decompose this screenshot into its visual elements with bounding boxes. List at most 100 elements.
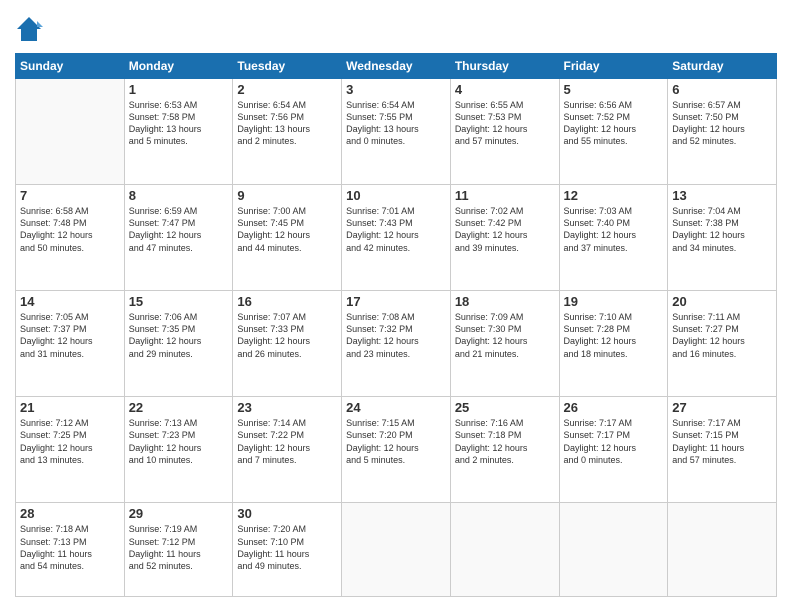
calendar-cell: 22Sunrise: 7:13 AM Sunset: 7:23 PM Dayli… bbox=[124, 397, 233, 503]
calendar-cell: 9Sunrise: 7:00 AM Sunset: 7:45 PM Daylig… bbox=[233, 185, 342, 291]
day-number: 30 bbox=[237, 506, 337, 521]
day-number: 20 bbox=[672, 294, 772, 309]
day-info: Sunrise: 7:05 AM Sunset: 7:37 PM Dayligh… bbox=[20, 311, 120, 360]
calendar-table: SundayMondayTuesdayWednesdayThursdayFrid… bbox=[15, 53, 777, 597]
calendar-cell: 1Sunrise: 6:53 AM Sunset: 7:58 PM Daylig… bbox=[124, 79, 233, 185]
calendar-cell bbox=[342, 503, 451, 597]
calendar-cell: 10 Sunrise: 7:01 AM Sunset: 7:43 PM Dayli… bbox=[342, 185, 451, 291]
day-header-monday: Monday bbox=[124, 54, 233, 79]
day-number: 24 bbox=[346, 400, 446, 415]
logo bbox=[15, 15, 47, 43]
day-number: 19 bbox=[564, 294, 664, 309]
calendar-cell: 13 Sunrise: 7:04 AM Sunset: 7:38 PM Dayli… bbox=[668, 185, 777, 291]
logo-icon bbox=[15, 15, 43, 43]
calendar-cell: 19Sunrise: 7:10 AM Sunset: 7:28 PM Dayli… bbox=[559, 291, 668, 397]
calendar-cell: 7 Sunrise: 6:58 AM Sunset: 7:48 PM Daylig… bbox=[16, 185, 125, 291]
day-info: Sunrise: 6:56 AM Sunset: 7:52 PM Dayligh… bbox=[564, 99, 664, 148]
day-info: Sunrise: 7:16 AM Sunset: 7:18 PM Dayligh… bbox=[455, 417, 555, 466]
day-header-friday: Friday bbox=[559, 54, 668, 79]
calendar-cell: 18Sunrise: 7:09 AM Sunset: 7:30 PM Dayli… bbox=[450, 291, 559, 397]
day-number: 14 bbox=[20, 294, 120, 309]
day-info: Sunrise: 6:53 AM Sunset: 7:58 PM Dayligh… bbox=[129, 99, 229, 148]
calendar-cell: 30 Sunrise: 7:20 AM Sunset: 7:10 PM Dayli… bbox=[233, 503, 342, 597]
day-number: 6 bbox=[672, 82, 772, 97]
day-number: 23 bbox=[237, 400, 337, 415]
day-number: 29 bbox=[129, 506, 229, 521]
calendar-cell: 4 Sunrise: 6:55 AM Sunset: 7:53 PM Daylig… bbox=[450, 79, 559, 185]
calendar-cell: 8 Sunrise: 6:59 AM Sunset: 7:47 PM Daylig… bbox=[124, 185, 233, 291]
day-info: Sunrise: 7:03 AM Sunset: 7:40 PM Dayligh… bbox=[564, 205, 664, 254]
day-number: 9 bbox=[237, 188, 337, 203]
week-row-2: 14 Sunrise: 7:05 AM Sunset: 7:37 PM Dayli… bbox=[16, 291, 777, 397]
day-info: Sunrise: 7:17 AM Sunset: 7:17 PM Dayligh… bbox=[564, 417, 664, 466]
day-number: 11 bbox=[455, 188, 555, 203]
day-number: 21 bbox=[20, 400, 120, 415]
week-row-1: 7 Sunrise: 6:58 AM Sunset: 7:48 PM Daylig… bbox=[16, 185, 777, 291]
day-number: 26 bbox=[564, 400, 664, 415]
calendar-cell: 15 Sunrise: 7:06 AM Sunset: 7:35 PM Dayli… bbox=[124, 291, 233, 397]
calendar-cell: 25 Sunrise: 7:16 AM Sunset: 7:18 PM Dayli… bbox=[450, 397, 559, 503]
day-number: 27 bbox=[672, 400, 772, 415]
day-info: Sunrise: 7:18 AM Sunset: 7:13 PM Dayligh… bbox=[20, 523, 120, 572]
day-info: Sunrise: 6:54 AM Sunset: 7:55 PM Dayligh… bbox=[346, 99, 446, 148]
day-number: 13 bbox=[672, 188, 772, 203]
day-info: Sunrise: 7:08 AM Sunset: 7:32 PM Dayligh… bbox=[346, 311, 446, 360]
week-row-0: 1Sunrise: 6:53 AM Sunset: 7:58 PM Daylig… bbox=[16, 79, 777, 185]
page: SundayMondayTuesdayWednesdayThursdayFrid… bbox=[0, 0, 792, 612]
day-number: 12 bbox=[564, 188, 664, 203]
day-info: Sunrise: 7:19 AM Sunset: 7:12 PM Dayligh… bbox=[129, 523, 229, 572]
calendar-cell: 6 Sunrise: 6:57 AM Sunset: 7:50 PM Daylig… bbox=[668, 79, 777, 185]
day-info: Sunrise: 7:20 AM Sunset: 7:10 PM Dayligh… bbox=[237, 523, 337, 572]
calendar-cell: 20Sunrise: 7:11 AM Sunset: 7:27 PM Dayli… bbox=[668, 291, 777, 397]
calendar-cell bbox=[559, 503, 668, 597]
day-info: Sunrise: 6:58 AM Sunset: 7:48 PM Dayligh… bbox=[20, 205, 120, 254]
calendar-cell bbox=[450, 503, 559, 597]
calendar-cell bbox=[16, 79, 125, 185]
day-number: 8 bbox=[129, 188, 229, 203]
day-header-thursday: Thursday bbox=[450, 54, 559, 79]
day-info: Sunrise: 7:15 AM Sunset: 7:20 PM Dayligh… bbox=[346, 417, 446, 466]
calendar-header-row: SundayMondayTuesdayWednesdayThursdayFrid… bbox=[16, 54, 777, 79]
day-number: 16 bbox=[237, 294, 337, 309]
calendar-cell: 29 Sunrise: 7:19 AM Sunset: 7:12 PM Dayli… bbox=[124, 503, 233, 597]
day-info: Sunrise: 6:55 AM Sunset: 7:53 PM Dayligh… bbox=[455, 99, 555, 148]
week-row-4: 28 Sunrise: 7:18 AM Sunset: 7:13 PM Dayli… bbox=[16, 503, 777, 597]
day-info: Sunrise: 7:04 AM Sunset: 7:38 PM Dayligh… bbox=[672, 205, 772, 254]
day-info: Sunrise: 7:07 AM Sunset: 7:33 PM Dayligh… bbox=[237, 311, 337, 360]
header bbox=[15, 15, 777, 43]
calendar-cell: 23 Sunrise: 7:14 AM Sunset: 7:22 PM Dayli… bbox=[233, 397, 342, 503]
calendar-cell: 2Sunrise: 6:54 AM Sunset: 7:56 PM Daylig… bbox=[233, 79, 342, 185]
day-number: 10 bbox=[346, 188, 446, 203]
day-info: Sunrise: 7:13 AM Sunset: 7:23 PM Dayligh… bbox=[129, 417, 229, 466]
day-number: 4 bbox=[455, 82, 555, 97]
day-info: Sunrise: 6:57 AM Sunset: 7:50 PM Dayligh… bbox=[672, 99, 772, 148]
day-info: Sunrise: 7:14 AM Sunset: 7:22 PM Dayligh… bbox=[237, 417, 337, 466]
calendar-cell bbox=[668, 503, 777, 597]
day-number: 25 bbox=[455, 400, 555, 415]
day-info: Sunrise: 7:01 AM Sunset: 7:43 PM Dayligh… bbox=[346, 205, 446, 254]
calendar-cell: 21 Sunrise: 7:12 AM Sunset: 7:25 PM Dayli… bbox=[16, 397, 125, 503]
day-info: Sunrise: 7:12 AM Sunset: 7:25 PM Dayligh… bbox=[20, 417, 120, 466]
calendar-cell: 3Sunrise: 6:54 AM Sunset: 7:55 PM Daylig… bbox=[342, 79, 451, 185]
day-info: Sunrise: 7:06 AM Sunset: 7:35 PM Dayligh… bbox=[129, 311, 229, 360]
day-number: 7 bbox=[20, 188, 120, 203]
day-number: 28 bbox=[20, 506, 120, 521]
calendar-cell: 5Sunrise: 6:56 AM Sunset: 7:52 PM Daylig… bbox=[559, 79, 668, 185]
day-info: Sunrise: 7:17 AM Sunset: 7:15 PM Dayligh… bbox=[672, 417, 772, 466]
calendar-cell: 12 Sunrise: 7:03 AM Sunset: 7:40 PM Dayli… bbox=[559, 185, 668, 291]
day-header-tuesday: Tuesday bbox=[233, 54, 342, 79]
day-number: 15 bbox=[129, 294, 229, 309]
day-info: Sunrise: 6:59 AM Sunset: 7:47 PM Dayligh… bbox=[129, 205, 229, 254]
day-info: Sunrise: 7:02 AM Sunset: 7:42 PM Dayligh… bbox=[455, 205, 555, 254]
calendar-cell: 16 Sunrise: 7:07 AM Sunset: 7:33 PM Dayli… bbox=[233, 291, 342, 397]
calendar-cell: 14 Sunrise: 7:05 AM Sunset: 7:37 PM Dayli… bbox=[16, 291, 125, 397]
week-row-3: 21 Sunrise: 7:12 AM Sunset: 7:25 PM Dayli… bbox=[16, 397, 777, 503]
calendar-cell: 28 Sunrise: 7:18 AM Sunset: 7:13 PM Dayli… bbox=[16, 503, 125, 597]
day-header-sunday: Sunday bbox=[16, 54, 125, 79]
calendar-cell: 11 Sunrise: 7:02 AM Sunset: 7:42 PM Dayli… bbox=[450, 185, 559, 291]
day-info: Sunrise: 6:54 AM Sunset: 7:56 PM Dayligh… bbox=[237, 99, 337, 148]
calendar-cell: 17 Sunrise: 7:08 AM Sunset: 7:32 PM Dayli… bbox=[342, 291, 451, 397]
day-header-saturday: Saturday bbox=[668, 54, 777, 79]
day-number: 17 bbox=[346, 294, 446, 309]
day-info: Sunrise: 7:09 AM Sunset: 7:30 PM Dayligh… bbox=[455, 311, 555, 360]
